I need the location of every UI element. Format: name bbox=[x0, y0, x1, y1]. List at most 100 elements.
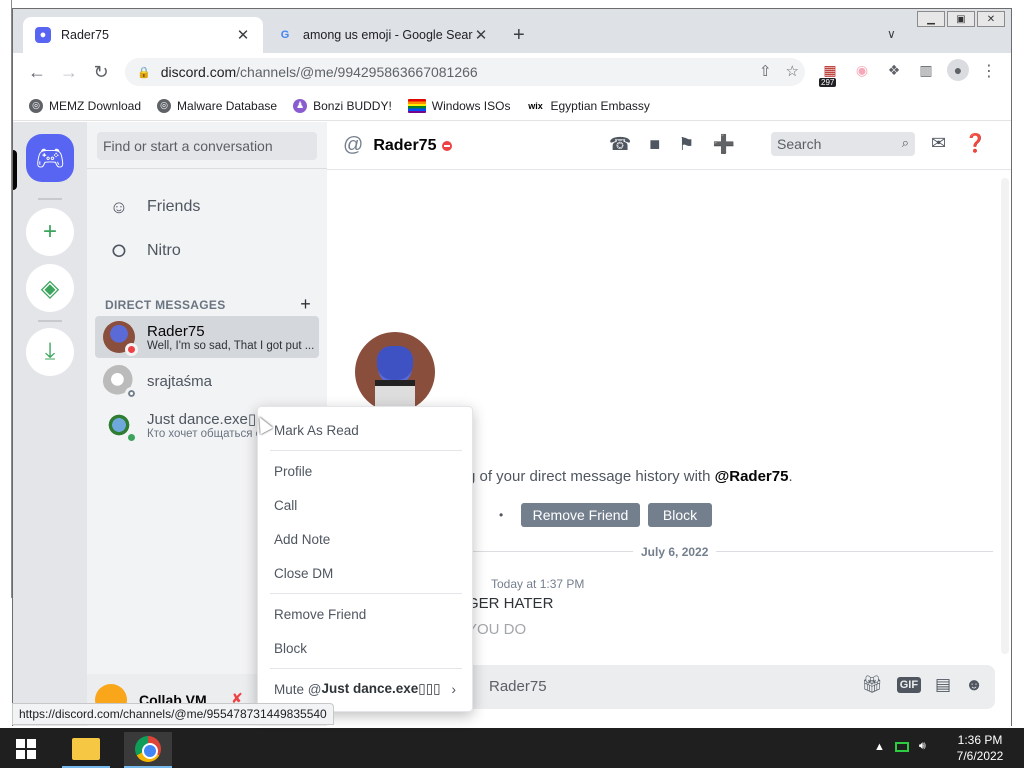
menu-separator bbox=[270, 668, 462, 669]
download-apps-button[interactable]: ⤓ bbox=[26, 328, 74, 376]
remove-friend-button[interactable]: Remove Friend bbox=[521, 503, 640, 527]
block-button[interactable]: Block bbox=[648, 503, 712, 527]
back-icon[interactable]: ← bbox=[21, 62, 53, 83]
menu-item-close-dm[interactable]: Close DM bbox=[266, 558, 466, 588]
rail-separator bbox=[38, 320, 62, 322]
create-dm-button[interactable]: + bbox=[300, 294, 311, 315]
profile-avatar-icon[interactable]: ● bbox=[947, 59, 969, 81]
calendar-extension-icon[interactable]: ▦ 297 bbox=[819, 59, 841, 87]
composer-placeholder: Rader75 bbox=[489, 678, 547, 695]
tab-strip: ● Rader75 ✕ G among us emoji - Google Se… bbox=[13, 9, 1011, 53]
extension-icons: ▦ 297 ◉ ❖ ▥ ● bbox=[819, 59, 969, 87]
explore-servers-button[interactable]: ◈ bbox=[26, 264, 74, 312]
new-tab-button[interactable]: + bbox=[513, 24, 525, 47]
bookmark-star-icon[interactable]: ☆ bbox=[786, 62, 799, 80]
bookmark-label: Bonzi BUDDY! bbox=[313, 98, 392, 113]
taskbar-chrome[interactable] bbox=[124, 732, 172, 768]
message-timestamp: Today at 1:37 PM bbox=[491, 577, 585, 591]
inbox-icon[interactable]: ✉ bbox=[931, 133, 946, 154]
pinned-messages-icon[interactable]: ⚑ bbox=[678, 134, 694, 155]
menu-item-remove-friend[interactable]: Remove Friend bbox=[266, 599, 466, 629]
dm-status-text: Well, I'm so sad, That I got put ... bbox=[147, 339, 315, 352]
voice-call-icon[interactable]: ☎ bbox=[609, 134, 631, 155]
emoji-icon[interactable]: ☻ bbox=[965, 675, 983, 695]
volume-icon[interactable]: 🔊︎ bbox=[919, 740, 926, 753]
rainbow-flag-icon bbox=[407, 98, 426, 113]
channel-name: Rader75 bbox=[373, 136, 437, 154]
extension-badge: 297 bbox=[819, 78, 837, 87]
gif-button[interactable]: GIF bbox=[896, 677, 922, 693]
chevron-right-icon: › bbox=[451, 681, 456, 697]
tray-chevron-icon[interactable]: ▲ bbox=[874, 741, 885, 753]
menu-item-mark-as-read[interactable]: Mark As Read bbox=[266, 415, 466, 445]
chrome-menu-icon[interactable]: ⋮ bbox=[981, 61, 997, 81]
message-text: GER HATER bbox=[467, 595, 554, 612]
lock-icon[interactable]: 🔒 bbox=[137, 66, 151, 79]
tab-title: Rader75 bbox=[61, 28, 109, 42]
menu-item-call[interactable]: Call bbox=[266, 490, 466, 520]
tab-search-chevron-icon[interactable]: ∨ bbox=[887, 27, 896, 41]
menu-item-add-note[interactable]: Add Note bbox=[266, 524, 466, 554]
windows-start-icon[interactable] bbox=[16, 739, 36, 759]
dm-item-srajtasma[interactable]: srajtaśma bbox=[95, 360, 319, 402]
sticker-icon[interactable]: ▤ bbox=[935, 675, 951, 695]
bookmark-egyptian-embassy[interactable]: wix Egyptian Embassy bbox=[526, 99, 650, 113]
video-call-icon[interactable]: ■ bbox=[649, 134, 660, 155]
bookmark-malware-database[interactable]: ◎ Malware Database bbox=[157, 98, 277, 113]
address-bar[interactable]: 🔒 discord.com/channels/@me/9942958636670… bbox=[125, 58, 805, 86]
close-window-button[interactable]: ✕ bbox=[977, 11, 1005, 27]
puzzle-extensions-icon[interactable]: ❖ bbox=[883, 59, 905, 81]
network-icon[interactable] bbox=[894, 741, 909, 752]
composer-actions: 🎁︎ GIF ▤ ☻ bbox=[861, 675, 983, 695]
taskbar-clock[interactable]: 1:36 PM 7/6/2022 bbox=[950, 732, 1010, 764]
dm-item-rader75[interactable]: Rader75 Well, I'm so sad, That I got put… bbox=[95, 316, 319, 358]
avatar bbox=[103, 321, 138, 356]
help-icon[interactable]: ❓ bbox=[964, 133, 986, 154]
windows-taskbar: ▲ 🔊︎ 1:36 PM 7/6/2022 bbox=[0, 728, 1024, 768]
url-host: discord.com bbox=[160, 64, 237, 80]
dm-intro-text: g of your direct message history with @R… bbox=[467, 468, 793, 485]
dnd-status-icon bbox=[125, 343, 138, 356]
taskbar-file-explorer[interactable] bbox=[62, 732, 110, 768]
sidebar-item-nitro[interactable]: ⭘ Nitro bbox=[95, 230, 319, 272]
chrome-icon bbox=[135, 736, 161, 762]
menu-separator bbox=[270, 593, 462, 594]
share-icon[interactable]: ⇧ bbox=[759, 62, 772, 80]
restore-button[interactable]: ▣ bbox=[947, 11, 975, 27]
dm-name: srajtaśma bbox=[147, 372, 213, 390]
close-tab-icon[interactable]: ✕ bbox=[235, 26, 251, 44]
side-panel-icon[interactable]: ▥ bbox=[915, 59, 937, 81]
tab-discord[interactable]: ● Rader75 ✕ bbox=[23, 17, 263, 53]
search-input[interactable]: Search ⌕ bbox=[771, 132, 915, 156]
clock-date: 7/6/2022 bbox=[956, 749, 1004, 763]
minimize-button[interactable]: ▁ bbox=[917, 11, 945, 27]
menu-item-profile[interactable]: Profile bbox=[266, 456, 466, 486]
reload-icon[interactable]: ↻ bbox=[85, 62, 117, 83]
globe-icon: ◎ bbox=[29, 98, 43, 113]
window-controls: ▁ ▣ ✕ bbox=[917, 11, 1005, 27]
discord-home-button[interactable]: 🎮︎ bbox=[26, 134, 74, 182]
pride-flag-extension-icon[interactable]: ◉ bbox=[851, 59, 873, 81]
dnd-status-icon bbox=[442, 140, 453, 151]
dm-header-label: DIRECT MESSAGES bbox=[105, 297, 226, 312]
tab-google-search[interactable]: G among us emoji - Google Search ✕ bbox=[265, 17, 501, 53]
menu-item-mute[interactable]: Mute @ Just dance.exe▯▯▯ › bbox=[266, 674, 466, 704]
sidebar-item-friends[interactable]: ☺ Friends bbox=[95, 186, 319, 228]
add-server-button[interactable]: + bbox=[26, 208, 74, 256]
add-friends-to-dm-icon[interactable]: ➕ bbox=[712, 134, 734, 155]
find-conversation-input[interactable]: Find or start a conversation bbox=[97, 132, 317, 160]
bookmark-windows-isos[interactable]: Windows ISOs bbox=[407, 98, 510, 113]
tab-title: among us emoji - Google Search bbox=[303, 28, 473, 42]
plus-icon: + bbox=[42, 218, 57, 245]
close-tab-icon[interactable]: ✕ bbox=[473, 26, 489, 44]
dm-context-menu: Mark As Read Profile Call Add Note Close… bbox=[257, 406, 473, 712]
selected-pill bbox=[13, 150, 17, 190]
menu-item-block[interactable]: Block bbox=[266, 633, 466, 663]
bookmark-bonzi-buddy[interactable]: ♟ Bonzi BUDDY! bbox=[293, 98, 392, 113]
forward-icon[interactable]: → bbox=[53, 62, 85, 83]
bookmark-memz[interactable]: ◎ MEMZ Download bbox=[29, 98, 141, 113]
chat-scrollbar[interactable] bbox=[1001, 178, 1009, 654]
bookmarks-bar: ◎ MEMZ Download ◎ Malware Database ♟ Bonzi … bbox=[13, 91, 1011, 121]
intro-user: @Rader75 bbox=[714, 468, 789, 485]
gift-icon[interactable]: 🎁︎ bbox=[861, 675, 883, 695]
